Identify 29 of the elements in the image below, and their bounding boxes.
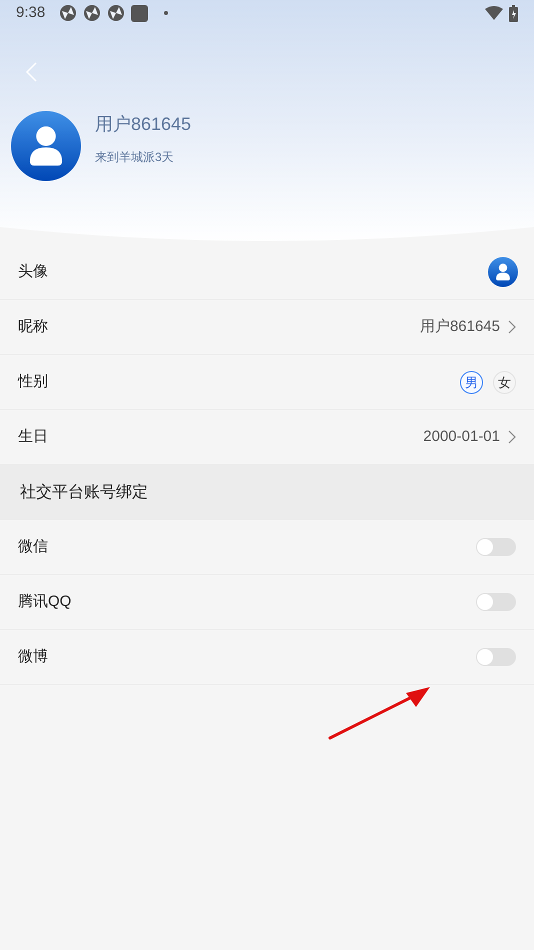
toggle-switch[interactable] xyxy=(476,648,516,666)
status-time: 9:38 xyxy=(16,2,46,23)
gender-option[interactable]: 女 xyxy=(493,370,516,394)
row-label: 腾讯QQ xyxy=(18,592,72,612)
chevron-right-icon xyxy=(508,430,516,444)
row-label: 头像 xyxy=(18,262,48,282)
app-notification-icon xyxy=(83,4,102,22)
gender-option[interactable]: 男 xyxy=(460,370,483,394)
toggle-switch[interactable] xyxy=(476,538,516,556)
row-value[interactable]: 用户861645 xyxy=(420,316,500,338)
row-value[interactable]: 2000-01-01 xyxy=(423,426,500,448)
avatar-icon xyxy=(488,257,518,287)
user-name: 用户861645 xyxy=(95,113,192,136)
chevron-right-icon xyxy=(508,320,516,334)
app-notification-icon xyxy=(131,4,148,22)
row-label: 昵称 xyxy=(18,316,48,337)
row-label: 生日 xyxy=(18,426,48,447)
user-subtitle: 来到羊城派3天 xyxy=(95,149,175,166)
back-icon[interactable] xyxy=(25,62,37,82)
row-label: 微信 xyxy=(18,536,48,557)
row-label: 性别 xyxy=(18,372,48,392)
section-title: 社交平台账号绑定 xyxy=(20,482,148,502)
battery-icon xyxy=(509,4,518,22)
avatar-icon xyxy=(11,111,81,181)
app-notification-icon xyxy=(107,4,126,22)
app-notification-icon xyxy=(59,4,78,22)
toggle-switch[interactable] xyxy=(476,593,516,611)
wifi-icon xyxy=(485,6,503,20)
row-label: 微博 xyxy=(18,646,48,667)
